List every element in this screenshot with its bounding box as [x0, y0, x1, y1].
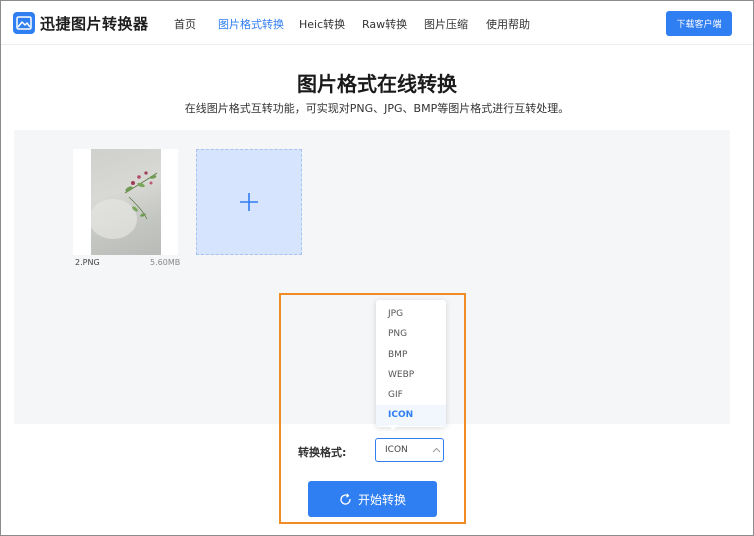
- format-option-icon[interactable]: ICON: [376, 405, 446, 426]
- format-select[interactable]: ICON: [375, 438, 444, 462]
- add-file-button[interactable]: [196, 149, 302, 255]
- nav-item-home[interactable]: 首页: [174, 16, 196, 32]
- nav-item-help[interactable]: 使用帮助: [486, 16, 530, 32]
- download-client-button[interactable]: 下载客户端: [666, 11, 732, 36]
- format-option-jpg[interactable]: JPG: [376, 304, 446, 324]
- top-header: 迅捷图片转换器 首页 图片格式转换 Heic转换 Raw转换 图片压缩 使用帮助…: [1, 1, 753, 45]
- format-option-webp[interactable]: WEBP: [376, 365, 446, 385]
- plus-icon: [240, 193, 258, 211]
- start-convert-label: 开始转换: [357, 492, 406, 507]
- file-size: 5.60MB: [150, 258, 181, 267]
- format-label: 转换格式:: [298, 446, 347, 459]
- format-option-gif[interactable]: GIF: [376, 385, 446, 405]
- page-subtitle: 在线图片格式互转功能，可实现对PNG、JPG、BMP等图片格式进行互转处理。: [184, 102, 570, 115]
- file-name: 2.PNG: [75, 258, 100, 267]
- file-thumbnail-image: [91, 149, 161, 255]
- chevron-up-icon: [432, 447, 441, 453]
- start-convert-button[interactable]: 开始转换: [308, 481, 437, 517]
- nav-item-raw[interactable]: Raw转换: [362, 16, 407, 32]
- file-thumbnail-card[interactable]: [73, 149, 178, 255]
- app-name: 迅捷图片转换器: [40, 14, 149, 33]
- dropdown-pointer: [388, 425, 398, 430]
- format-option-bmp[interactable]: BMP: [376, 345, 446, 365]
- nav-item-compress[interactable]: 图片压缩: [424, 16, 468, 32]
- refresh-icon: [340, 493, 351, 505]
- page-title: 图片格式在线转换: [297, 72, 457, 96]
- format-option-png[interactable]: PNG: [376, 324, 446, 344]
- format-dropdown-menu: JPG PNG BMP WEBP GIF ICON: [376, 300, 446, 427]
- nav-item-heic[interactable]: Heic转换: [299, 16, 345, 32]
- image-logo-icon: [13, 12, 35, 34]
- nav-item-format-convert[interactable]: 图片格式转换: [218, 16, 284, 32]
- app-logo[interactable]: 迅捷图片转换器: [13, 12, 149, 34]
- format-select-value: ICON: [385, 445, 408, 455]
